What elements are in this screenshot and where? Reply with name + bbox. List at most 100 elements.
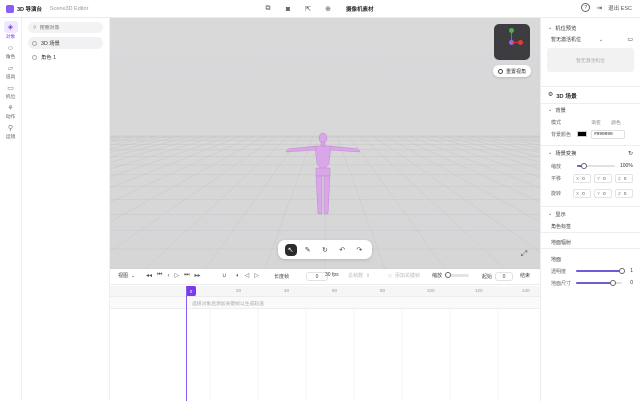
help-icon[interactable]: ?: [581, 3, 591, 12]
reset-transform-icon[interactable]: ↻: [628, 150, 633, 157]
rotation-z-input[interactable]: Z0: [615, 188, 633, 198]
view-dropdown[interactable]: 视图 ⌄: [118, 272, 136, 280]
rail-label: 对象: [5, 35, 16, 40]
background-section-header[interactable]: ⌄ 背景: [541, 104, 640, 116]
first-frame-icon[interactable]: ⏮: [157, 272, 162, 279]
rail-label: 机位: [5, 95, 16, 100]
figure-left-leg[interactable]: [315, 175, 323, 215]
opacity-slider[interactable]: [576, 268, 626, 274]
keyframe-forward-icon[interactable]: ▷: [254, 272, 259, 279]
mode-option-gradient[interactable]: 渐变: [587, 118, 605, 126]
rotation-x-input[interactable]: X0: [573, 188, 591, 198]
3d-viewport[interactable]: 重置视角 ↖ ✎ ↻ ↶ ↷ ⤢: [110, 18, 540, 269]
add-keyframe-label: 添加关键帧: [394, 273, 420, 279]
position-y-input[interactable]: Y0: [594, 173, 612, 183]
last-frame-icon[interactable]: ⏭: [184, 272, 189, 279]
camera-preview-box: 暂无激活机位: [547, 48, 634, 72]
rail-item-characters[interactable]: ☺ 角色: [0, 43, 21, 61]
position-z-input[interactable]: Z0: [615, 173, 633, 183]
add-icon[interactable]: ⊕: [322, 3, 334, 15]
rail-item-camera-moves[interactable]: ⚲ 运镜: [0, 123, 21, 140]
ruler-tick: 100: [427, 288, 435, 293]
display-section-title: 显示: [555, 211, 566, 218]
add-keyframe-icon[interactable]: ◐: [236, 273, 240, 279]
figure-head[interactable]: [318, 132, 328, 144]
camera-select[interactable]: 暂无激活机位 ⌄: [551, 36, 603, 44]
scale-row: 缩放 100%: [541, 160, 640, 172]
undo-icon[interactable]: ↶: [336, 244, 348, 256]
add-keyframe-button[interactable]: ◇ 添加关键帧: [388, 272, 420, 280]
figure-torso[interactable]: [314, 145, 332, 171]
camera-assets-button[interactable]: 摄像机素材: [346, 5, 374, 13]
toggle-character-labels[interactable]: 角色标签: [541, 220, 640, 232]
floor-grid: [110, 132, 540, 269]
search-input[interactable]: [39, 24, 100, 31]
character-node-icon: [32, 54, 37, 60]
toggle-ground-radiation[interactable]: 地面辐射: [541, 236, 640, 248]
rail-item-props[interactable]: ▱ 道具: [0, 63, 21, 80]
mode-option-color[interactable]: 颜色: [607, 118, 625, 126]
search-icon: ⚲: [33, 24, 37, 31]
ruler-tick: 20: [236, 288, 242, 293]
start-input[interactable]: 0: [495, 272, 514, 281]
figure-right-arm[interactable]: [329, 145, 361, 153]
bg-color-hex-input[interactable]: #999999: [591, 129, 625, 139]
ground-label: 地面: [551, 256, 562, 263]
rotation-xyz: X0 Y0 Z0: [573, 188, 633, 198]
camera-preview-header[interactable]: ⌄ 机位预览: [541, 24, 640, 32]
screenshot-icon[interactable]: ⧉: [262, 3, 274, 15]
rail-label: 运镜: [5, 135, 16, 140]
rotate-tool-icon[interactable]: ↻: [319, 244, 331, 256]
keyframe-back-icon[interactable]: ◁: [245, 272, 250, 279]
export-icon[interactable]: ⇱: [302, 3, 314, 15]
select-tool-icon[interactable]: ↖: [284, 243, 297, 256]
chevron-down-icon: ⌄: [548, 107, 553, 113]
play-icon[interactable]: ▷: [174, 272, 179, 279]
reset-view-button[interactable]: 重置视角: [493, 65, 532, 77]
tree-item-character[interactable]: 角色 1: [28, 51, 103, 63]
playhead-frame-marker[interactable]: 0: [186, 286, 196, 296]
prev-frame-icon[interactable]: ‹: [167, 273, 169, 279]
left-rail: ◈ 对象 ☺ 角色 ▱ 道具 ▭ 机位 ⚘ 动作 ⚲ 运镜: [0, 18, 22, 401]
tree-item-scene[interactable]: 3D 场景: [28, 37, 103, 49]
camera-icon[interactable]: ◙: [282, 3, 294, 15]
timeline-track-area[interactable]: [110, 309, 595, 401]
rail-item-motion[interactable]: ⚘ 动作: [0, 103, 21, 120]
axis-gizmo[interactable]: [494, 24, 530, 60]
editor-app: 3D 导演台 · Scene3D Editor ⧉ ◙ ⇱ ⊕ 摄像机素材 ? …: [0, 0, 640, 401]
figure-left-arm[interactable]: [285, 145, 317, 153]
character-figure: [285, 132, 361, 215]
ground-size-value: 0: [630, 280, 633, 286]
figure-right-leg[interactable]: [323, 175, 331, 215]
zoom-slider[interactable]: [445, 272, 470, 278]
bg-color-swatch[interactable]: [577, 131, 587, 137]
playhead-line[interactable]: [186, 286, 187, 401]
rotation-y-input[interactable]: Y0: [594, 188, 612, 198]
stepper-icon[interactable]: ⇕: [366, 273, 370, 279]
scale-slider[interactable]: [577, 163, 615, 169]
camera-add-icon[interactable]: ▭: [627, 36, 633, 43]
edit-tool-icon[interactable]: ✎: [302, 244, 314, 256]
redo-icon[interactable]: ↷: [353, 244, 365, 256]
timeline-ruler[interactable]: 0 20 40 60 80 100 120 140: [110, 286, 540, 297]
rail-item-objects[interactable]: ◈ 对象: [0, 21, 21, 40]
scale-value: 100%: [620, 163, 633, 169]
rail-item-cameras[interactable]: ▭ 机位: [0, 83, 21, 100]
ground-size-slider[interactable]: [576, 280, 623, 286]
position-x-input[interactable]: X0: [573, 173, 591, 183]
empty-track-hint: 选择对象后添加关键帧以生成轨道: [192, 302, 264, 307]
magnet-icon[interactable]: ∪: [222, 272, 226, 279]
chevron-down-icon: ⌄: [131, 272, 136, 279]
figure-hips[interactable]: [315, 167, 331, 177]
ruler-tick: 40: [284, 288, 290, 293]
figure-neck[interactable]: [320, 141, 326, 147]
tree-item-label: 角色 1: [41, 55, 57, 61]
keyframe-next-icon[interactable]: ▸▸: [194, 272, 200, 279]
transform-section-header[interactable]: ⌄ 场景变换 ↻: [541, 146, 640, 160]
display-section-header[interactable]: ⌄ 显示: [541, 207, 640, 220]
fullscreen-icon[interactable]: ⤢: [518, 248, 530, 260]
motion-icon: ⚘: [7, 105, 14, 112]
end-label: 结束: [520, 273, 531, 279]
exit-button[interactable]: 退出 ESC: [608, 4, 632, 12]
keyframe-prev-icon[interactable]: ◂◂: [146, 272, 152, 279]
